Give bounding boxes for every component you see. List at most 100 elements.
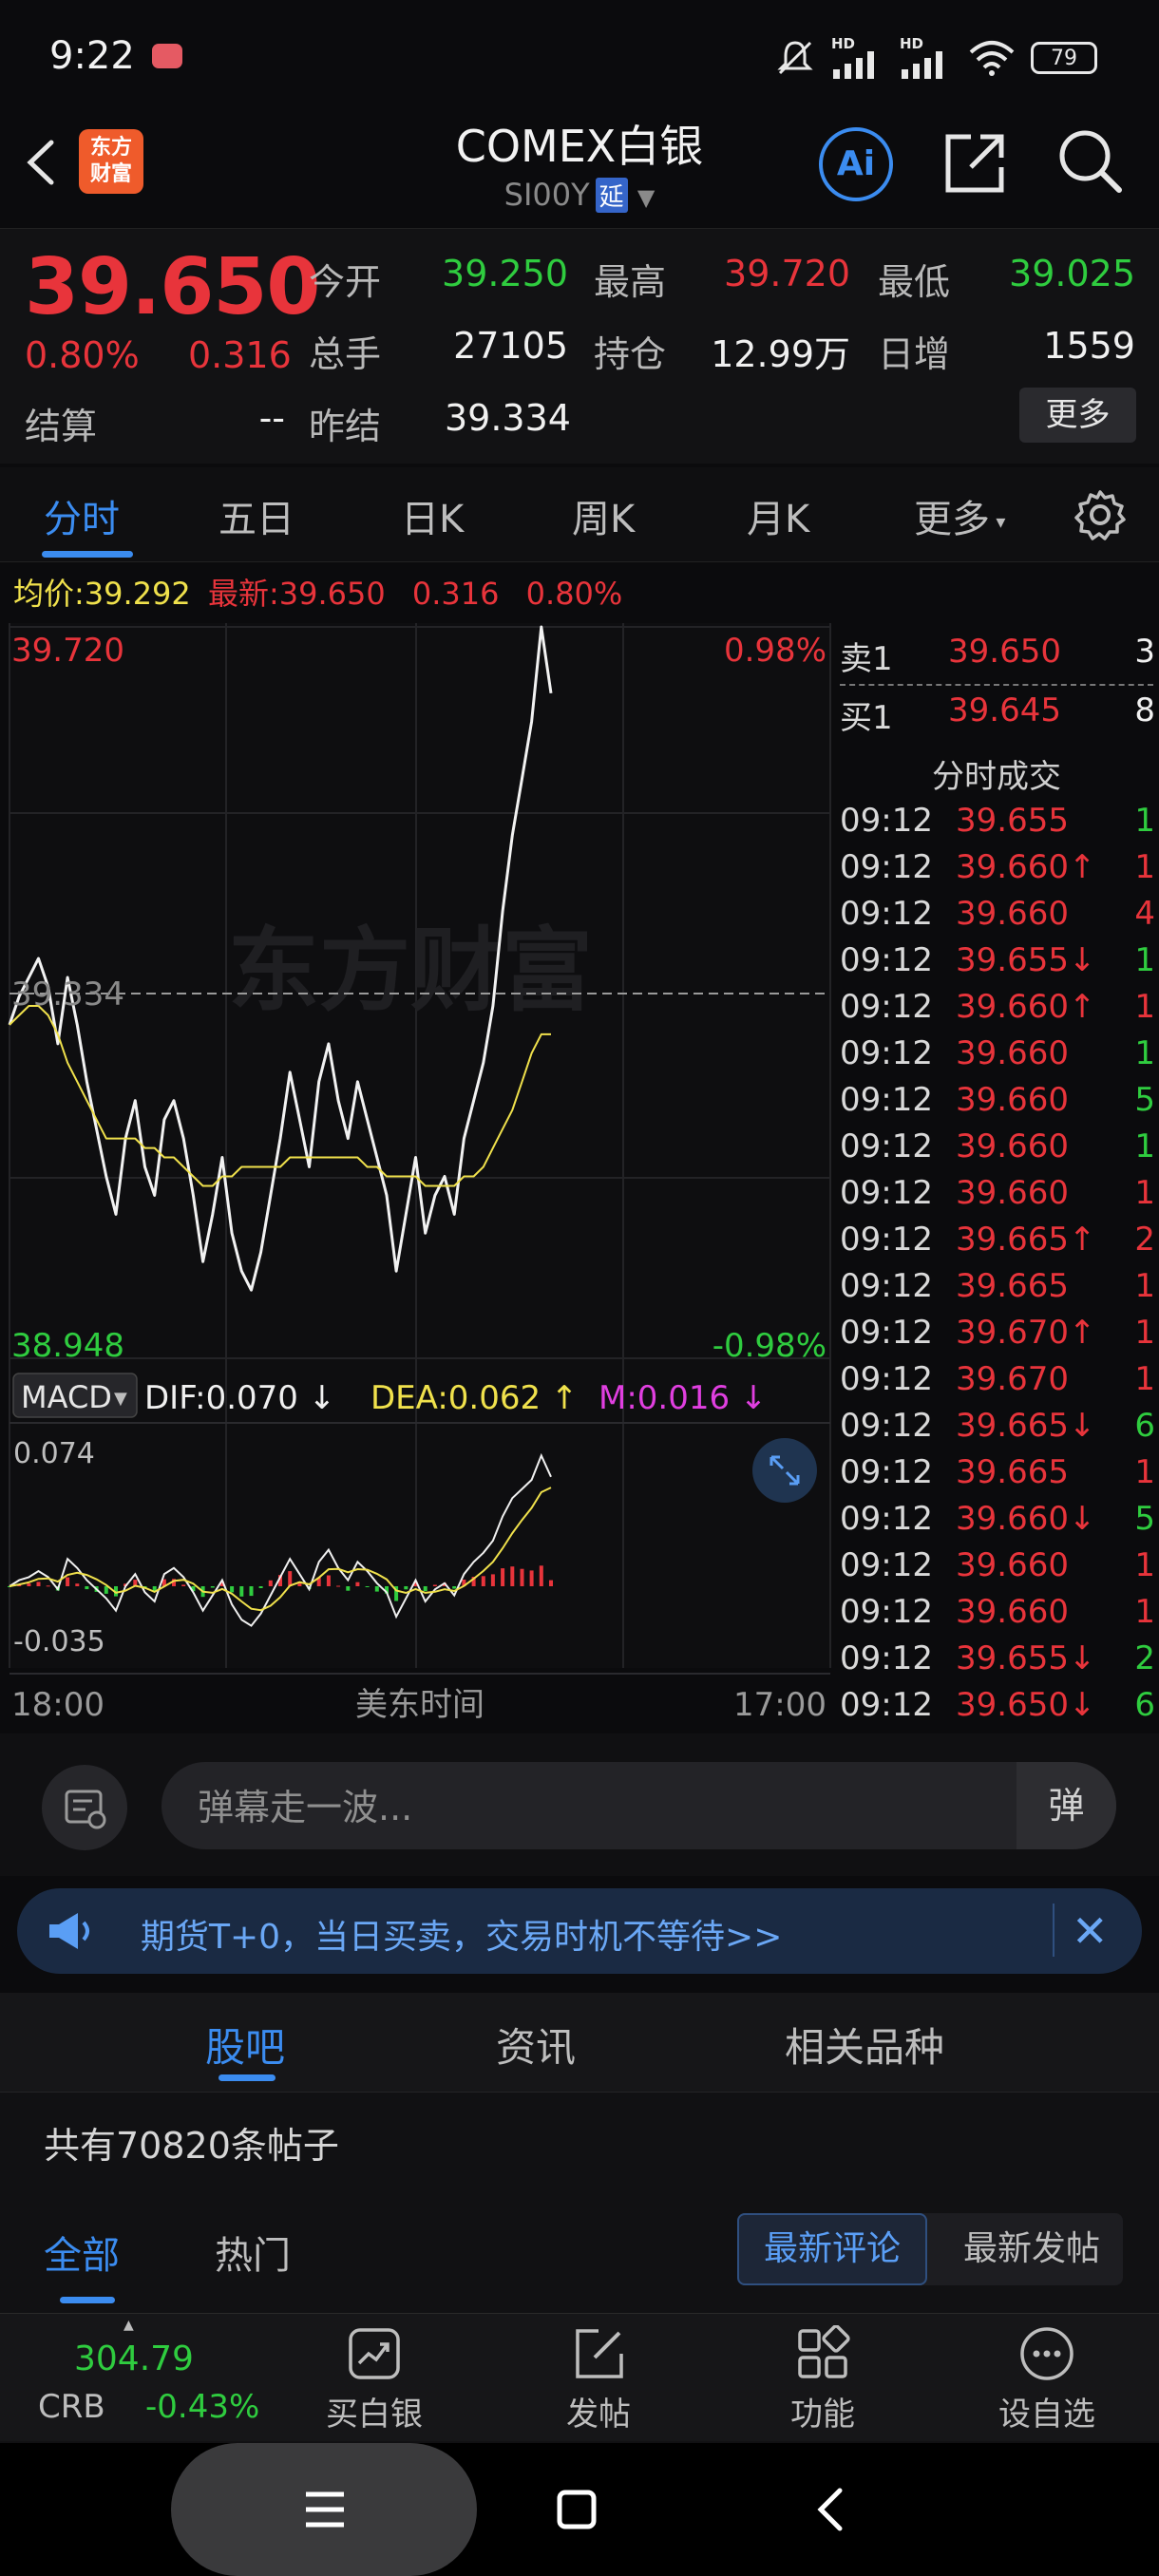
danmaku-toggle-button[interactable]: 弹 <box>1016 1762 1116 1849</box>
buy-silver-button[interactable]: 买白银 <box>298 2325 450 2434</box>
macd-dea-value: DEA:0.062 <box>370 1379 541 1417</box>
macd-bar <box>75 1583 80 1586</box>
bid-label: 买1 <box>840 699 893 737</box>
tab-weekly-k[interactable]: 周K <box>572 488 635 543</box>
crb-index-label: CRB <box>38 2388 105 2426</box>
home-square-icon[interactable] <box>556 2489 598 2530</box>
subtab-all[interactable]: 全部 <box>44 2225 120 2280</box>
trade-time: 09:12 <box>840 941 933 979</box>
comment-settings-icon <box>65 1790 106 1829</box>
trade-row: 09:12 39.660 1 <box>834 1034 1159 1081</box>
sort-latest-post[interactable]: 最新发帖 <box>940 2213 1123 2285</box>
trade-price-value: 39.655 <box>956 802 1069 840</box>
crb-index-value[interactable]: 304.79 <box>74 2339 194 2378</box>
trade-price: 39.660 <box>956 895 1069 933</box>
quote-value-open-interest: 12.99万 <box>711 333 850 375</box>
macd-selector[interactable]: MACD ▼ <box>12 1373 138 1418</box>
forum-tab-news[interactable]: 资讯 <box>496 2016 576 2074</box>
share-icon[interactable] <box>942 129 1009 196</box>
trade-row: 09:12 39.665↓ 6 <box>834 1407 1159 1453</box>
trade-time: 09:12 <box>840 1453 933 1491</box>
nav-menu-button[interactable] <box>171 2443 477 2576</box>
forum-tab-related[interactable]: 相关品种 <box>785 2016 944 2074</box>
sort-latest-comment[interactable]: 最新评论 <box>737 2213 927 2285</box>
trade-direction-arrow-icon: ↓ <box>1068 1686 1096 1724</box>
ask-price: 39.650 <box>948 633 1061 671</box>
post-label: 发帖 <box>566 2396 631 2434</box>
tab-daily-k[interactable]: 日K <box>401 488 464 543</box>
ai-assistant-button[interactable]: Ai <box>819 127 893 201</box>
trade-price-value: 39.660 <box>956 988 1069 1026</box>
book-divider <box>840 684 1153 686</box>
trade-price: 39.660 <box>956 1127 1069 1165</box>
tab-intraday[interactable]: 分时 <box>44 488 120 543</box>
macd-bar <box>230 1586 235 1593</box>
expand-chart-button[interactable] <box>752 1438 817 1503</box>
macd-bar <box>249 1586 254 1597</box>
mute-icon <box>777 41 813 75</box>
trade-volume: 1 <box>1134 1127 1155 1165</box>
macd-bar <box>490 1574 495 1586</box>
trade-price: 39.655↓ <box>956 941 1095 979</box>
post-button[interactable]: 发帖 <box>522 2325 674 2434</box>
x-start-label: 18:00 <box>11 1686 104 1724</box>
trade-price-value: 39.660 <box>956 1081 1069 1119</box>
trade-price-value: 39.660 <box>956 1593 1069 1631</box>
trade-volume: 1 <box>1134 1546 1155 1584</box>
signal-icon-1: HD <box>831 35 884 79</box>
y-min-label: 38.948 <box>11 1327 124 1365</box>
trade-price-value: 39.665 <box>956 1221 1069 1259</box>
nav-back-icon[interactable] <box>813 2487 847 2532</box>
settings-gear-icon[interactable] <box>1074 488 1127 541</box>
trade-time: 09:12 <box>840 895 933 933</box>
trade-row: 09:12 39.670↑ 1 <box>834 1314 1159 1360</box>
macd-bar <box>365 1586 370 1587</box>
trades-title: 分时成交 <box>932 758 1061 796</box>
trade-price-value: 39.650 <box>956 1686 1069 1724</box>
macd-bar <box>181 1584 186 1586</box>
add-watchlist-button[interactable]: 设自选 <box>971 2325 1123 2434</box>
trade-time: 09:12 <box>840 848 933 886</box>
quote-value-low: 39.025 <box>1009 253 1135 294</box>
search-icon[interactable] <box>1056 127 1125 196</box>
trade-direction-arrow-icon: ↑ <box>1068 848 1096 886</box>
ai-label: Ai <box>836 144 876 183</box>
trades-panel: 卖1 39.650 3 买1 39.645 8 分时成交 09:12 39.655… <box>834 617 1159 1731</box>
trade-volume: 1 <box>1134 941 1155 979</box>
close-icon[interactable]: ✕ <box>1072 1905 1109 1957</box>
trade-price: 39.660↑ <box>956 988 1095 1026</box>
macd-bar <box>404 1586 408 1590</box>
macd-bar <box>423 1586 428 1592</box>
trade-price-value: 39.660 <box>956 1034 1069 1072</box>
quote-label-open-interest: 持仓 <box>594 333 667 375</box>
trade-direction-arrow-icon: ↓ <box>1068 1639 1096 1677</box>
ask-label: 卖1 <box>840 640 893 678</box>
trade-time: 09:12 <box>840 1407 933 1445</box>
tab-more[interactable]: 更多 ▾ <box>914 488 1005 543</box>
trade-volume: 1 <box>1134 1360 1155 1398</box>
macd-bar <box>346 1586 351 1591</box>
macd-label: MACD <box>21 1379 112 1415</box>
macd-max-label: 0.074 <box>13 1437 95 1470</box>
trade-volume: 1 <box>1134 848 1155 886</box>
macd-bar <box>432 1584 437 1586</box>
tab-five-day[interactable]: 五日 <box>218 488 294 543</box>
forum-tab-underline <box>218 2074 276 2081</box>
tab-monthly-k[interactable]: 月K <box>747 488 809 543</box>
comment-settings-button[interactable] <box>42 1765 127 1850</box>
trade-volume: 1 <box>1134 988 1155 1026</box>
functions-button[interactable]: 功能 <box>747 2325 899 2434</box>
forum-tab-guba[interactable]: 股吧 <box>205 2016 285 2074</box>
macd-bar <box>66 1577 70 1586</box>
notification-icon <box>152 44 182 68</box>
more-quote-button[interactable]: 更多 <box>1019 388 1136 443</box>
quote-value-settle: -- <box>258 397 285 439</box>
trade-price-value: 39.660 <box>956 895 1069 933</box>
trade-row: 09:12 39.655↓ 2 <box>834 1639 1159 1686</box>
x-mid-label: 美东时间 <box>355 1686 484 1724</box>
caret-down-icon: ▾ <box>990 510 1006 533</box>
trade-price: 39.660 <box>956 1174 1069 1212</box>
subtab-hot[interactable]: 热门 <box>215 2225 291 2280</box>
trade-row: 09:12 39.665 1 <box>834 1267 1159 1314</box>
intraday-chart[interactable]: 东方财富 39.720 0.98% 39.334 38.948 -0.98% M… <box>0 617 834 1733</box>
